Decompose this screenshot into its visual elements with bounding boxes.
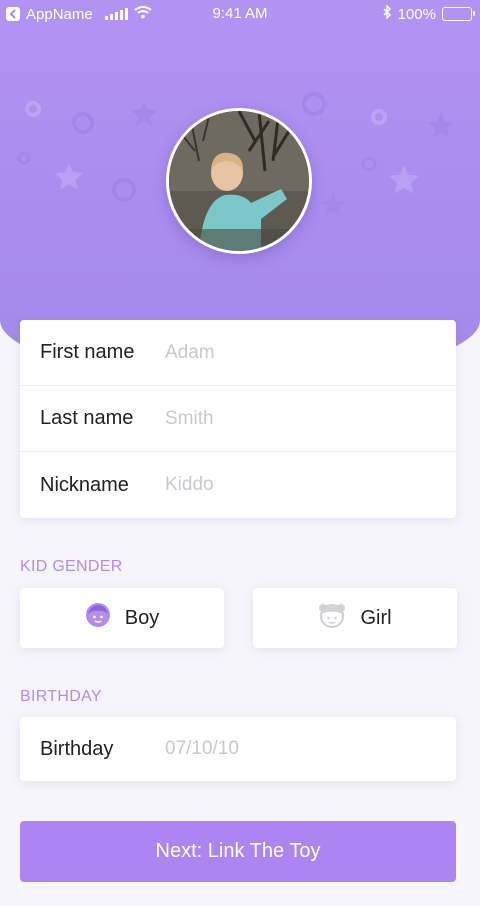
nickname-input[interactable] [165, 474, 435, 496]
first-name-row: First name [20, 320, 456, 386]
ring-decoration-icon [110, 176, 138, 204]
profile-photo-avatar[interactable] [166, 108, 312, 254]
last-name-row: Last name [20, 386, 456, 452]
last-name-input[interactable] [165, 407, 435, 430]
circle-decoration-icon [360, 155, 378, 173]
gender-girl-label: Girl [360, 606, 392, 629]
first-name-label: First name [40, 341, 135, 363]
star-decoration-icon [386, 162, 422, 198]
boy-face-icon [85, 602, 111, 634]
status-bar: AppName 9:41 AM 100% [0, 0, 480, 28]
birthday-label: Birthday [40, 737, 114, 760]
birthday-section-label: BIRTHDAY [20, 688, 102, 705]
kid-gender-section-label: KID GENDER [20, 558, 123, 575]
last-name-label: Last name [40, 407, 134, 429]
battery-icon [442, 7, 475, 21]
gender-girl-button[interactable]: Girl [253, 588, 457, 648]
ring-decoration-icon [70, 110, 96, 136]
star-decoration-icon [318, 190, 348, 220]
star-decoration-icon [128, 98, 160, 130]
first-name-input[interactable] [165, 341, 435, 364]
battery-percentage: 100% [397, 5, 436, 23]
bluetooth-icon [382, 4, 392, 23]
star-decoration-icon [425, 110, 457, 142]
status-bar-right: 100% [382, 4, 475, 23]
circle-decoration-icon [24, 100, 42, 118]
gender-boy-label: Boy [124, 606, 160, 629]
name-form-card: First name Last name Nickname [20, 320, 456, 518]
birthday-row: Birthday [20, 717, 456, 781]
circle-decoration-icon [370, 108, 388, 126]
ring-decoration-icon [300, 90, 328, 118]
girl-face-icon [318, 601, 346, 635]
nickname-label: Nickname [40, 473, 129, 496]
next-link-toy-button[interactable]: Next: Link The Toy [20, 821, 456, 882]
circle-decoration-icon [16, 150, 32, 166]
birthday-input[interactable] [165, 738, 435, 760]
star-decoration-icon [52, 160, 86, 194]
nickname-row: Nickname [20, 452, 456, 518]
gender-boy-button[interactable]: Boy [20, 588, 224, 648]
birthday-card: Birthday [20, 717, 456, 781]
